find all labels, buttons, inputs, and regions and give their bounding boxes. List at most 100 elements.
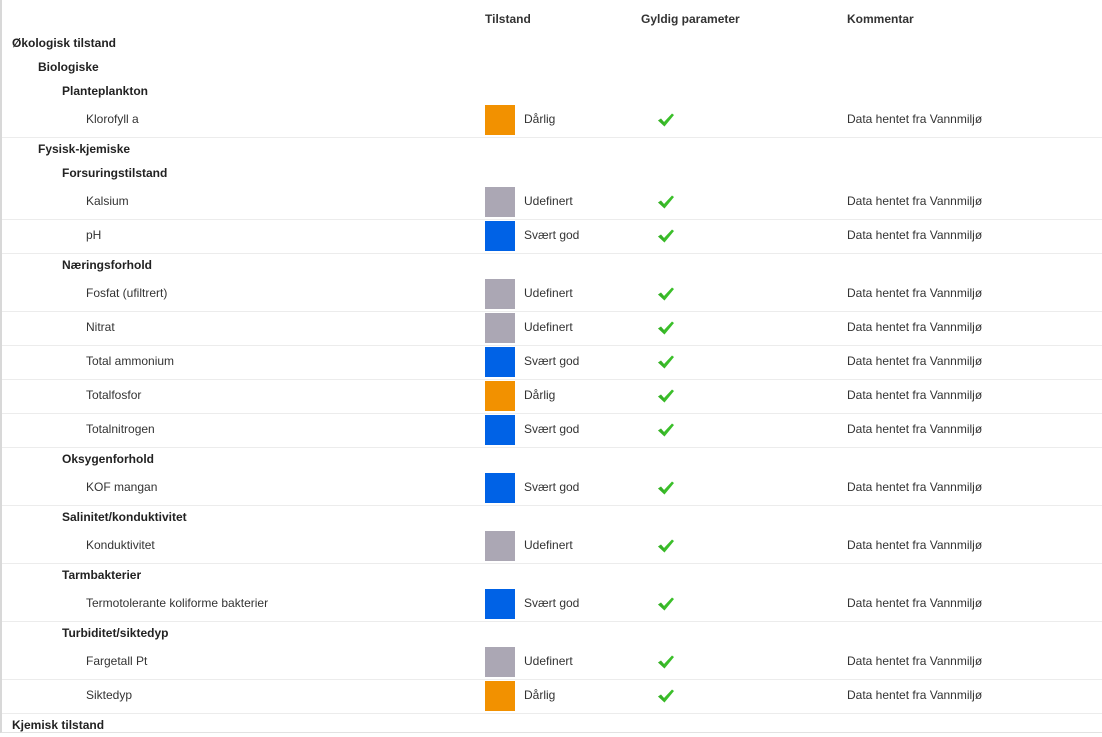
group-row: Salinitet/konduktivitet [2, 505, 1102, 529]
table-row: Termotolerante koliforme bakterier Svært … [2, 588, 1102, 622]
group-row: Planteplankton [2, 79, 1102, 103]
parameter-name: Fosfat (ufiltrert) [86, 286, 168, 300]
status-color-swatch [485, 589, 515, 619]
comment-text: Data hentet fra Vannmiljø [847, 654, 983, 668]
status-color-swatch [485, 279, 515, 309]
comment-text: Data hentet fra Vannmiljø [847, 354, 983, 368]
check-icon [657, 422, 675, 438]
group-row: Tarmbakterier [2, 563, 1102, 587]
group-label: Næringsforhold [62, 258, 152, 272]
comment-text: Data hentet fra Vannmiljø [847, 688, 983, 702]
parameter-name: Termotolerante koliforme bakterier [86, 596, 269, 610]
group-row: Forsuringstilstand [2, 161, 1102, 185]
check-icon [657, 538, 675, 554]
status-label: Svært god [524, 228, 580, 242]
group-row: Oksygenforhold [2, 447, 1102, 471]
group-row: Kjemisk tilstand [2, 713, 1102, 737]
status-label: Svært god [524, 422, 580, 436]
comment-text: Data hentet fra Vannmiljø [847, 194, 983, 208]
status-label: Svært god [524, 596, 580, 610]
group-row: Biologiske [2, 55, 1102, 79]
status-color-swatch [485, 313, 515, 343]
comment-text: Data hentet fra Vannmiljø [847, 538, 983, 552]
check-icon [657, 596, 675, 612]
status-label: Svært god [524, 480, 580, 494]
table-row: Totalnitrogen Svært god Data hentet fra Va… [2, 414, 1102, 448]
group-label: Turbiditet/siktedyp [62, 626, 169, 640]
parameter-name: Total ammonium [86, 354, 175, 368]
group-label: Kjemisk tilstand [12, 718, 105, 732]
check-icon [657, 654, 675, 670]
check-icon [657, 480, 675, 496]
column-header-gyldig-parameter: Gyldig parameter [641, 12, 740, 26]
status-label: Svært god [524, 354, 580, 368]
table-row: Klorofyll a Dårlig Data hentet fra Vannmil… [2, 104, 1102, 138]
status-color-swatch [485, 381, 515, 411]
status-color-swatch [485, 531, 515, 561]
table-row: Nitrat Udefinert Data hentet fra Vannmiljø [2, 312, 1102, 346]
group-label: Planteplankton [62, 84, 149, 98]
table-row: Konduktivitet Udefinert Data hentet fra Va… [2, 530, 1102, 564]
check-icon [657, 320, 675, 336]
group-label: Oksygenforhold [62, 452, 155, 466]
check-icon [657, 112, 675, 128]
status-color-swatch [485, 187, 515, 217]
check-icon [657, 194, 675, 210]
parameter-name: Nitrat [86, 320, 115, 334]
status-color-swatch [485, 473, 515, 503]
group-row: Turbiditet/siktedyp [2, 621, 1102, 645]
status-label: Dårlig [524, 112, 556, 126]
status-color-swatch [485, 105, 515, 135]
parameter-name: Totalfosfor [86, 388, 142, 402]
parameter-name: Klorofyll a [86, 112, 139, 126]
group-label: Salinitet/konduktivitet [62, 510, 187, 524]
comment-text: Data hentet fra Vannmiljø [847, 480, 983, 494]
check-icon [657, 688, 675, 704]
table-row: pH Svært god Data hentet fra Vannmiljø [2, 220, 1102, 254]
check-icon [657, 228, 675, 244]
check-icon [657, 354, 675, 370]
status-label: Udefinert [524, 654, 573, 668]
status-color-swatch [485, 681, 515, 711]
column-header-kommentar: Kommentar [847, 12, 914, 26]
parameter-name: Konduktivitet [86, 538, 155, 552]
group-row: Økologisk tilstand [2, 31, 1102, 55]
check-icon [657, 286, 675, 302]
comment-text: Data hentet fra Vannmiljø [847, 388, 983, 402]
table-row: Fargetall Pt Udefinert Data hentet fra Van… [2, 646, 1102, 680]
status-color-swatch [485, 647, 515, 677]
group-label: Forsuringstilstand [62, 166, 168, 180]
parameter-name: Siktedyp [86, 688, 133, 702]
parameter-name: Kalsium [86, 194, 129, 208]
table-row: Total ammonium Svært god Data hentet fra V… [2, 346, 1102, 380]
group-label: Økologisk tilstand [12, 36, 117, 50]
status-table: Tilstand Gyldig parameter Kommentar Økol… [0, 0, 1102, 733]
status-label: Udefinert [524, 538, 573, 552]
status-label: Udefinert [524, 286, 573, 300]
check-icon [657, 388, 675, 404]
parameter-name: KOF mangan [86, 480, 158, 494]
status-label: Dårlig [524, 688, 556, 702]
status-color-swatch [485, 415, 515, 445]
status-label: Udefinert [524, 194, 573, 208]
group-row: Fysisk-kjemiske [2, 137, 1102, 161]
status-label: Dårlig [524, 388, 556, 402]
parameter-name: pH [86, 228, 102, 242]
table-row: Totalfosfor Dårlig Data hentet fra Vannmil… [2, 380, 1102, 414]
parameter-name: Totalnitrogen [86, 422, 155, 436]
group-row: Næringsforhold [2, 253, 1102, 277]
status-color-swatch [485, 221, 515, 251]
column-header-tilstand: Tilstand [485, 12, 531, 26]
comment-text: Data hentet fra Vannmiljø [847, 320, 983, 334]
comment-text: Data hentet fra Vannmiljø [847, 112, 983, 126]
comment-text: Data hentet fra Vannmiljø [847, 286, 983, 300]
table-row: Siktedyp Dårlig Data hentet fra Vannmiljø [2, 680, 1102, 714]
table-row: Kalsium Udefinert Data hentet fra Vannmilj… [2, 186, 1102, 220]
comment-text: Data hentet fra Vannmiljø [847, 422, 983, 436]
group-label: Biologiske [38, 60, 99, 74]
parameter-name: Fargetall Pt [86, 654, 148, 668]
status-color-swatch [485, 347, 515, 377]
status-label: Udefinert [524, 320, 573, 334]
comment-text: Data hentet fra Vannmiljø [847, 596, 983, 610]
group-label: Fysisk-kjemiske [38, 142, 131, 156]
